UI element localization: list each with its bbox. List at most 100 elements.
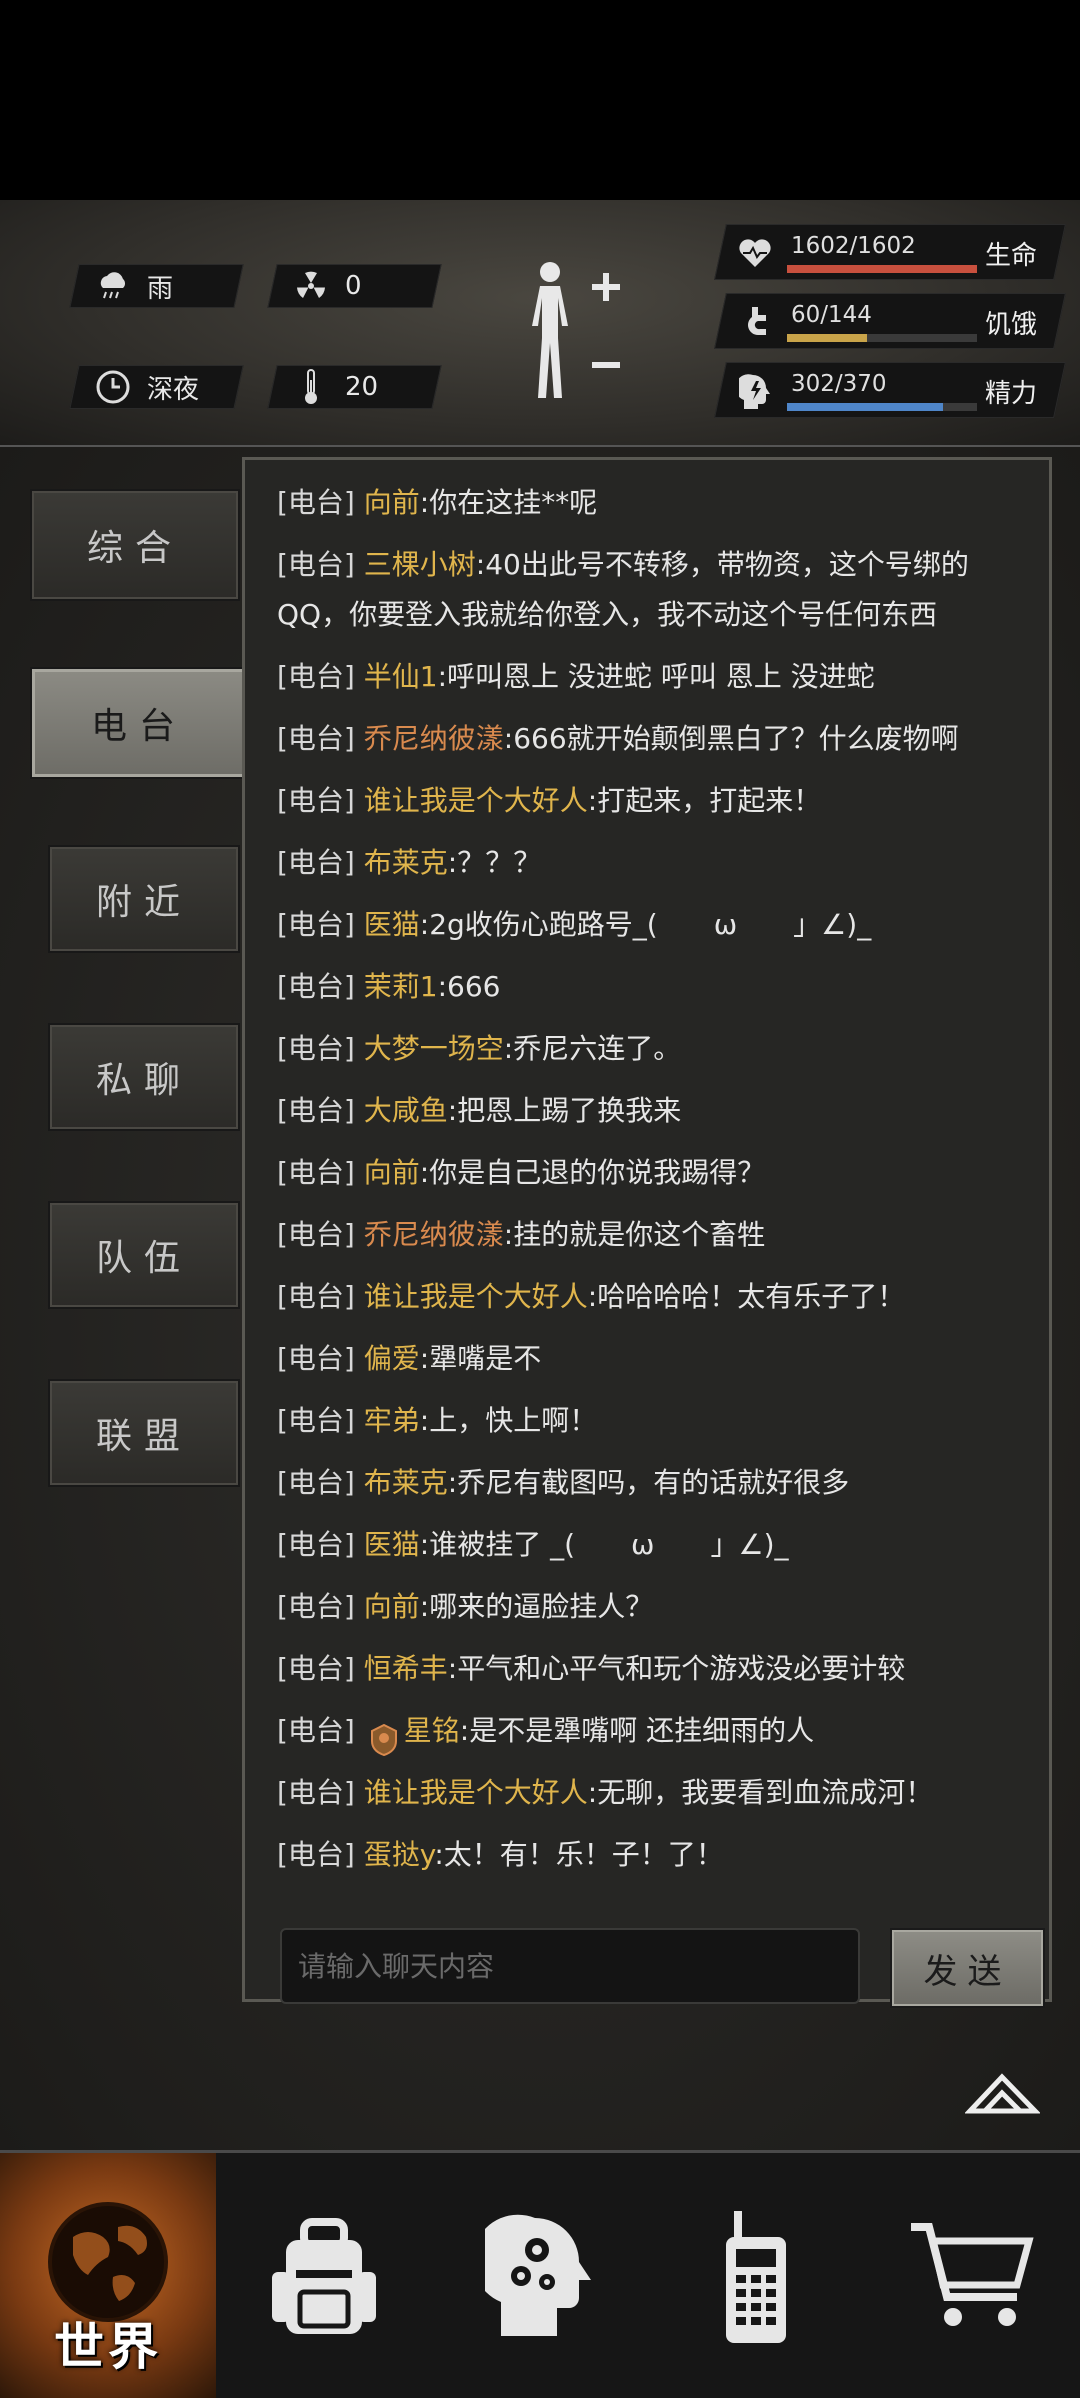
message-sender[interactable]: 医猫 [364,908,420,941]
energy-fill [787,403,943,411]
message-sender[interactable]: 乔尼纳彼漾 [364,722,504,755]
message-sender[interactable]: 向前 [364,1156,420,1189]
nav-shop[interactable] [864,2153,1080,2398]
message-text: :平气和心平气和玩个游戏没必要计较 [447,1652,906,1685]
message-channel: [电台] [277,1280,355,1313]
message-channel: [电台] [277,1466,355,1499]
nav-radio[interactable] [648,2153,864,2398]
chat-input[interactable] [280,1928,860,2004]
tab-team[interactable]: 队伍 [48,1201,240,1309]
message-sender[interactable]: 谁让我是个大好人 [364,784,588,817]
health-label: 生命 [985,241,1038,271]
nav-backpack[interactable] [216,2153,432,2398]
temperature-value: 20 [345,372,379,402]
message-sender[interactable]: 大梦一场空 [364,1032,504,1065]
chat-input-row: 发送 [280,1928,1045,2008]
message-text: :乔尼六连了。 [503,1032,682,1065]
chat-message: [电台] 向前:哪来的逼脸挂人？ [277,1576,1019,1638]
nav-world[interactable]: 世界 [0,2153,216,2398]
chat-message: [电台] 乔尼纳彼漾:666就开始颠倒黑白了？什么废物啊 [277,708,1019,770]
hunger-bar: 60/144 饥饿 [714,293,1066,349]
message-sender[interactable]: 医猫 [364,1528,420,1561]
message-channel: [电台] [277,970,355,1003]
nav-skills[interactable] [432,2153,648,2398]
tab-radio[interactable]: 电台 [30,667,248,779]
message-channel: [电台] [277,1032,355,1065]
chevron-up-icon [964,2073,1041,2114]
message-channel: [电台] [277,908,355,941]
message-sender[interactable]: 谁让我是个大好人 [364,1280,588,1313]
message-sender[interactable]: 牢弟 [364,1404,420,1437]
chat-message: [电台] 牢弟:上，快上啊！ [277,1390,1019,1452]
chat-message: [电台] 大咸鱼:把恩上踢了换我来 [277,1080,1019,1142]
radiation-stat: 0 [267,264,442,308]
message-sender[interactable]: 向前 [364,486,420,519]
message-sender[interactable]: 茉莉1 [364,970,438,1003]
message-text: :谁被挂了 _( ω 」∠)_ [419,1528,789,1561]
chat-message: [电台] 蛋挞y:太！有！乐！子！了！ [277,1824,1019,1886]
message-text: :打起来，打起来！ [587,784,822,817]
channel-tabs: 综合 电台 附近 私聊 队伍 联盟 [30,477,248,1977]
message-sender[interactable]: 谁让我是个大好人 [364,1776,588,1809]
shopping-cart-icon [911,2223,1034,2326]
thermometer-icon [291,367,331,407]
tab-alliance[interactable]: 联盟 [48,1379,240,1487]
message-text: :是不是犟嘴啊 还挂细雨的人 [459,1714,815,1747]
tab-private[interactable]: 私聊 [48,1023,240,1131]
message-text: :犟嘴是不 [419,1342,542,1375]
message-sender[interactable]: 半仙1 [364,660,438,693]
message-sender[interactable]: 三棵小树 [364,548,476,581]
collapse-button[interactable] [964,2067,1041,2117]
chat-message: [电台] 茉莉1:666 [277,956,1019,1018]
status-bar-area [0,0,1080,200]
message-channel: [电台] [277,722,355,755]
energy-label: 精力 [985,379,1038,409]
send-button[interactable]: 发送 [890,1928,1045,2008]
energy-bar: 302/370 精力 [714,362,1066,418]
tab-general[interactable]: 综合 [30,489,240,601]
chat-screen: 综合 电台 附近 私聊 队伍 联盟 [电台] 向前:你在这挂**呢 [电台] 三棵… [0,445,1080,2150]
message-text: :你在这挂**呢 [419,486,598,519]
message-channel: [电台] [277,660,355,693]
nav-world-label: 世界 [54,2318,162,2376]
chat-message: [电台] 星铭:是不是犟嘴啊 还挂细雨的人 [277,1700,1019,1762]
message-text: :你是自己退的你说我踢得？ [419,1156,766,1189]
temperature-stat: 20 [267,365,442,409]
message-channel: [电台] [277,1342,355,1375]
energy-value: 302/370 [791,371,887,397]
time-stat: 深夜 [69,365,244,409]
message-text: :666 [437,970,501,1003]
hunger-fill [787,334,867,342]
message-text: :哪来的逼脸挂人？ [419,1590,654,1623]
message-channel: [电台] [277,1528,355,1561]
message-sender[interactable]: 布莱克 [364,1466,448,1499]
message-text: :挂的就是你这个畜牲 [503,1218,766,1251]
tab-nearby[interactable]: 附近 [48,845,240,953]
message-sender[interactable]: 恒希丰 [364,1652,448,1685]
health-fill [787,265,977,273]
radiation-icon [291,266,331,306]
message-text: :把恩上踢了换我来 [447,1094,682,1127]
message-sender[interactable]: 偏爱 [364,1342,420,1375]
heart-pulse-icon [735,233,775,273]
time-of-day-text: 深夜 [147,374,200,405]
message-sender[interactable]: 向前 [364,1590,420,1623]
chat-message-list[interactable]: [电台] 向前:你在这挂**呢 [电台] 三棵小树:40出此号不转移，带物资，这个… [245,460,1049,1910]
message-sender[interactable]: 布莱克 [364,846,448,879]
message-sender[interactable]: 蛋挞y [364,1838,435,1871]
chat-message: [电台] 谁让我是个大好人:无聊，我要看到血流成河！ [277,1762,1019,1824]
chat-message: [电台] 布莱克:？？？ [277,832,1019,894]
chat-message: [电台] 乔尼纳彼漾:挂的就是你这个畜牲 [277,1204,1019,1266]
chat-message: [电台] 大梦一场空:乔尼六连了。 [277,1018,1019,1080]
chat-message: [电台] 向前:你是自己退的你说我踢得？ [277,1142,1019,1204]
message-text: :太！有！乐！子！了！ [434,1838,724,1871]
health-value: 1602/1602 [791,233,916,259]
chat-message: [电台] 谁让我是个大好人:打起来，打起来！ [277,770,1019,832]
message-text: :呼叫恩上 没进蛇 呼叫 恩上 没进蛇 [437,660,875,693]
character-body-button[interactable] [520,258,630,418]
message-sender[interactable]: 大咸鱼 [364,1094,448,1127]
message-sender[interactable]: 乔尼纳彼漾 [364,1218,504,1251]
message-sender[interactable]: 星铭 [404,1714,460,1747]
message-channel: [电台] [277,1218,355,1251]
walkie-talkie-icon [726,2211,786,2343]
